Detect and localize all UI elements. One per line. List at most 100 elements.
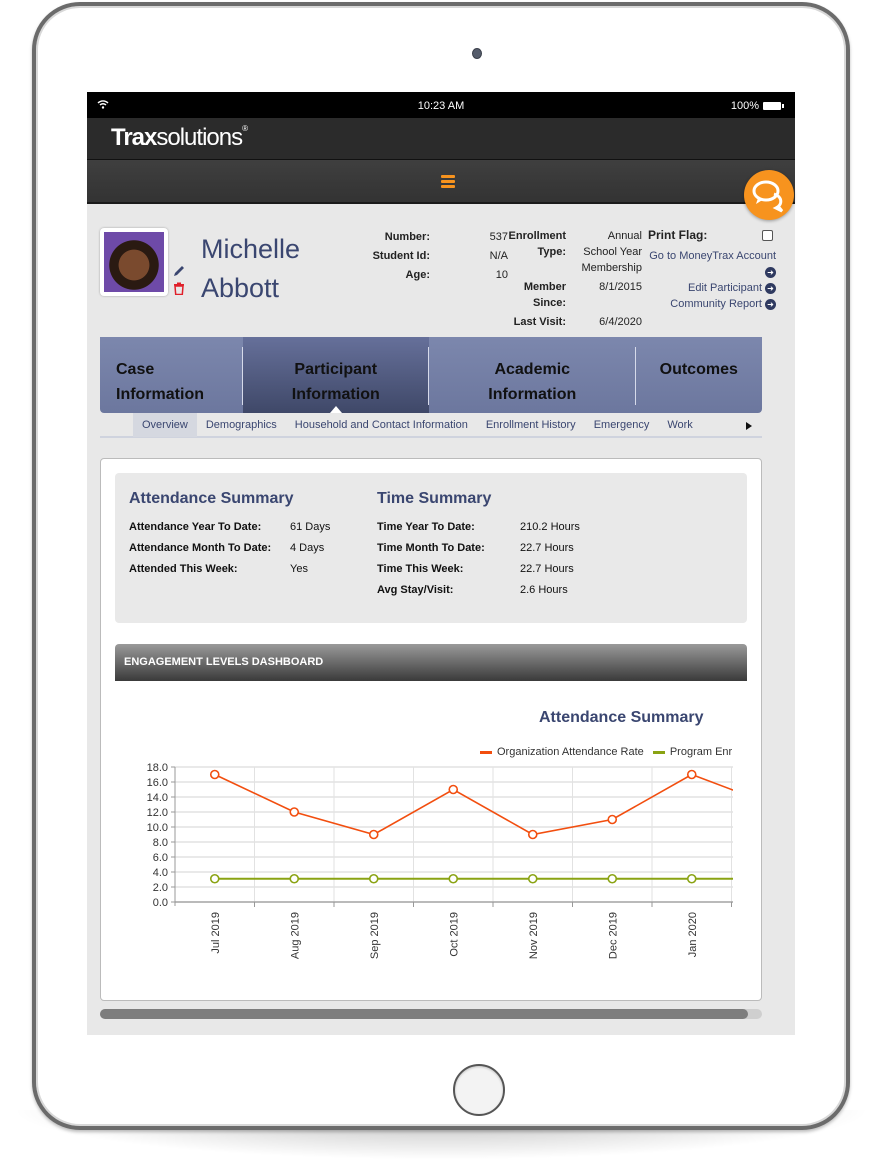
battery-percent: 100% xyxy=(730,100,759,112)
last-visit-value: 6/4/2020 xyxy=(599,316,642,328)
brand-bar: Traxsolutions® xyxy=(87,118,795,160)
x-tick-label: Jan 2020 xyxy=(687,912,699,957)
subtab-work[interactable]: Work xyxy=(658,413,701,437)
subtabs-more-arrow-icon[interactable] xyxy=(746,422,752,430)
avatar xyxy=(104,232,164,292)
data-point xyxy=(527,829,538,840)
attendance-row: Attendance Year To Date: 61 Days xyxy=(129,521,331,533)
number-value: 537 xyxy=(489,231,508,243)
data-point xyxy=(686,873,697,884)
time-row: Time This Week: 22.7 Hours xyxy=(377,563,574,575)
subtab-enrollment-history[interactable]: Enrollment History xyxy=(477,413,585,437)
x-tick-label: Jul 2019 xyxy=(210,912,222,954)
y-tick-label: 10.0 xyxy=(147,822,168,834)
age-label: Age: xyxy=(405,269,430,281)
logo-light: solutions xyxy=(156,124,243,151)
status-bar: 10:23 AM 100% xyxy=(87,92,795,118)
x-tick-label: Oct 2019 xyxy=(448,912,460,957)
data-point xyxy=(209,873,220,884)
enrollment-labels: Enrollment Type: Member Since: Last Visi… xyxy=(506,228,566,330)
y-tick-label: 4.0 xyxy=(153,867,168,879)
traxsolutions-logo[interactable]: Traxsolutions® xyxy=(111,124,248,152)
tab-academic-information[interactable]: Academic Information xyxy=(429,337,636,413)
member-since-label-1: Member xyxy=(523,281,566,293)
print-flag-label: Print Flag: xyxy=(648,228,708,242)
participant-profile: Michelle Abbott Number: Student Id: Age:… xyxy=(100,228,776,338)
tab-outcomes[interactable]: Outcomes xyxy=(636,337,763,413)
info-labels: Number: Student Id: Age: xyxy=(340,228,430,285)
attendance-row: Attended This Week: Yes xyxy=(129,563,308,575)
community-report-label: Community Report xyxy=(670,298,762,310)
subtab-emergency[interactable]: Emergency xyxy=(585,413,659,437)
community-report-link[interactable]: Community Report ➜ xyxy=(620,296,776,312)
chart-title: Attendance Summary xyxy=(539,709,704,726)
x-tick-label: Aug 2019 xyxy=(289,912,301,959)
horizontal-scrollbar[interactable] xyxy=(100,1009,762,1019)
y-tick-label: 0.0 xyxy=(153,897,168,909)
data-point xyxy=(448,784,459,795)
attendance-summary-title: Attendance Summary xyxy=(129,490,294,507)
participant-name: Michelle Abbott xyxy=(201,230,300,308)
sub-tabs: Overview Demographics Household and Cont… xyxy=(100,413,762,438)
data-point xyxy=(289,807,300,817)
pencil-icon[interactable] xyxy=(172,264,186,278)
data-point xyxy=(368,873,379,884)
tab-participant-information[interactable]: Participant Information xyxy=(242,337,429,413)
participant-photo xyxy=(100,228,168,296)
legend-item-org-attendance[interactable]: Organization Attendance Rate xyxy=(479,746,644,758)
last-name: Abbott xyxy=(201,273,280,303)
y-tick-label: 18.0 xyxy=(147,762,168,774)
registered-mark: ® xyxy=(242,124,248,133)
subtab-demographics[interactable]: Demographics xyxy=(197,413,286,437)
arrow-right-circle-icon: ➜ xyxy=(765,298,776,310)
hamburger-menu-icon[interactable] xyxy=(441,175,455,188)
status-time: 10:23 AM xyxy=(417,100,465,112)
y-tick-label: 16.0 xyxy=(147,777,168,789)
enrollment-label-2: Type: xyxy=(537,246,566,258)
camera-icon xyxy=(472,48,482,59)
student-id-value: N/A xyxy=(489,250,508,262)
moneytrax-link-label: Go to MoneyTrax Account xyxy=(649,250,776,262)
arrow-right-circle-icon: ➜ xyxy=(765,266,776,278)
data-point xyxy=(448,873,459,884)
first-name: Michelle xyxy=(201,234,301,264)
attendance-row: Attendance Month To Date: 4 Days xyxy=(129,542,325,554)
overview-panel: Attendance Summary Attendance Year To Da… xyxy=(100,458,762,1001)
chat-bubbles-icon xyxy=(752,180,784,213)
legend-swatch xyxy=(652,750,665,754)
battery-indicator: 100% xyxy=(730,100,784,112)
legend-item-program-enr[interactable]: Program Enr xyxy=(647,746,732,758)
enrollment-label-1: Enrollment xyxy=(508,230,566,242)
data-point xyxy=(607,814,618,825)
chat-button[interactable] xyxy=(744,170,794,220)
info-values: 537 N/A 10 xyxy=(450,228,508,285)
print-flag-checkbox[interactable] xyxy=(762,230,773,241)
member-since-label-2: Since: xyxy=(532,297,566,309)
enrollment-value-1: Annual xyxy=(607,230,642,242)
time-summary-title: Time Summary xyxy=(377,490,492,507)
participant-links: Go to MoneyTrax Account ➜ Edit Participa… xyxy=(620,248,776,312)
student-id-label: Student Id: xyxy=(372,250,430,262)
age-value: 10 xyxy=(495,269,508,281)
trash-icon[interactable] xyxy=(173,282,185,295)
edit-participant-label: Edit Participant xyxy=(688,282,762,294)
tab-case-information[interactable]: Case Information xyxy=(100,337,243,413)
y-tick-label: 6.0 xyxy=(153,852,168,864)
dashboard-header: ENGAGEMENT LEVELS DASHBOARD xyxy=(115,644,747,681)
time-row: Time Year To Date: 210.2 Hours xyxy=(377,521,580,533)
subtab-overview[interactable]: Overview xyxy=(133,413,197,437)
x-tick-label: Nov 2019 xyxy=(528,912,540,959)
screen: 10:23 AM 100% Traxsolutions® Michelle Ab… xyxy=(87,92,795,1035)
last-visit-label: Last Visit: xyxy=(513,316,566,328)
time-summary-table: Time Year To Date: 210.2 Hours Time Month… xyxy=(377,517,580,601)
y-tick-label: 12.0 xyxy=(147,807,168,819)
data-point xyxy=(289,873,300,884)
battery-icon xyxy=(763,102,784,110)
scrollbar-thumb[interactable] xyxy=(100,1009,748,1019)
logo-bold: Trax xyxy=(111,124,157,151)
home-button[interactable] xyxy=(453,1064,505,1116)
edit-participant-link[interactable]: Edit Participant ➜ xyxy=(620,280,776,296)
subtab-household-contact[interactable]: Household and Contact Information xyxy=(286,413,477,437)
moneytrax-link[interactable]: Go to MoneyTrax Account ➜ xyxy=(620,248,776,280)
main-tabs: Case Information Participant Information… xyxy=(100,337,762,413)
